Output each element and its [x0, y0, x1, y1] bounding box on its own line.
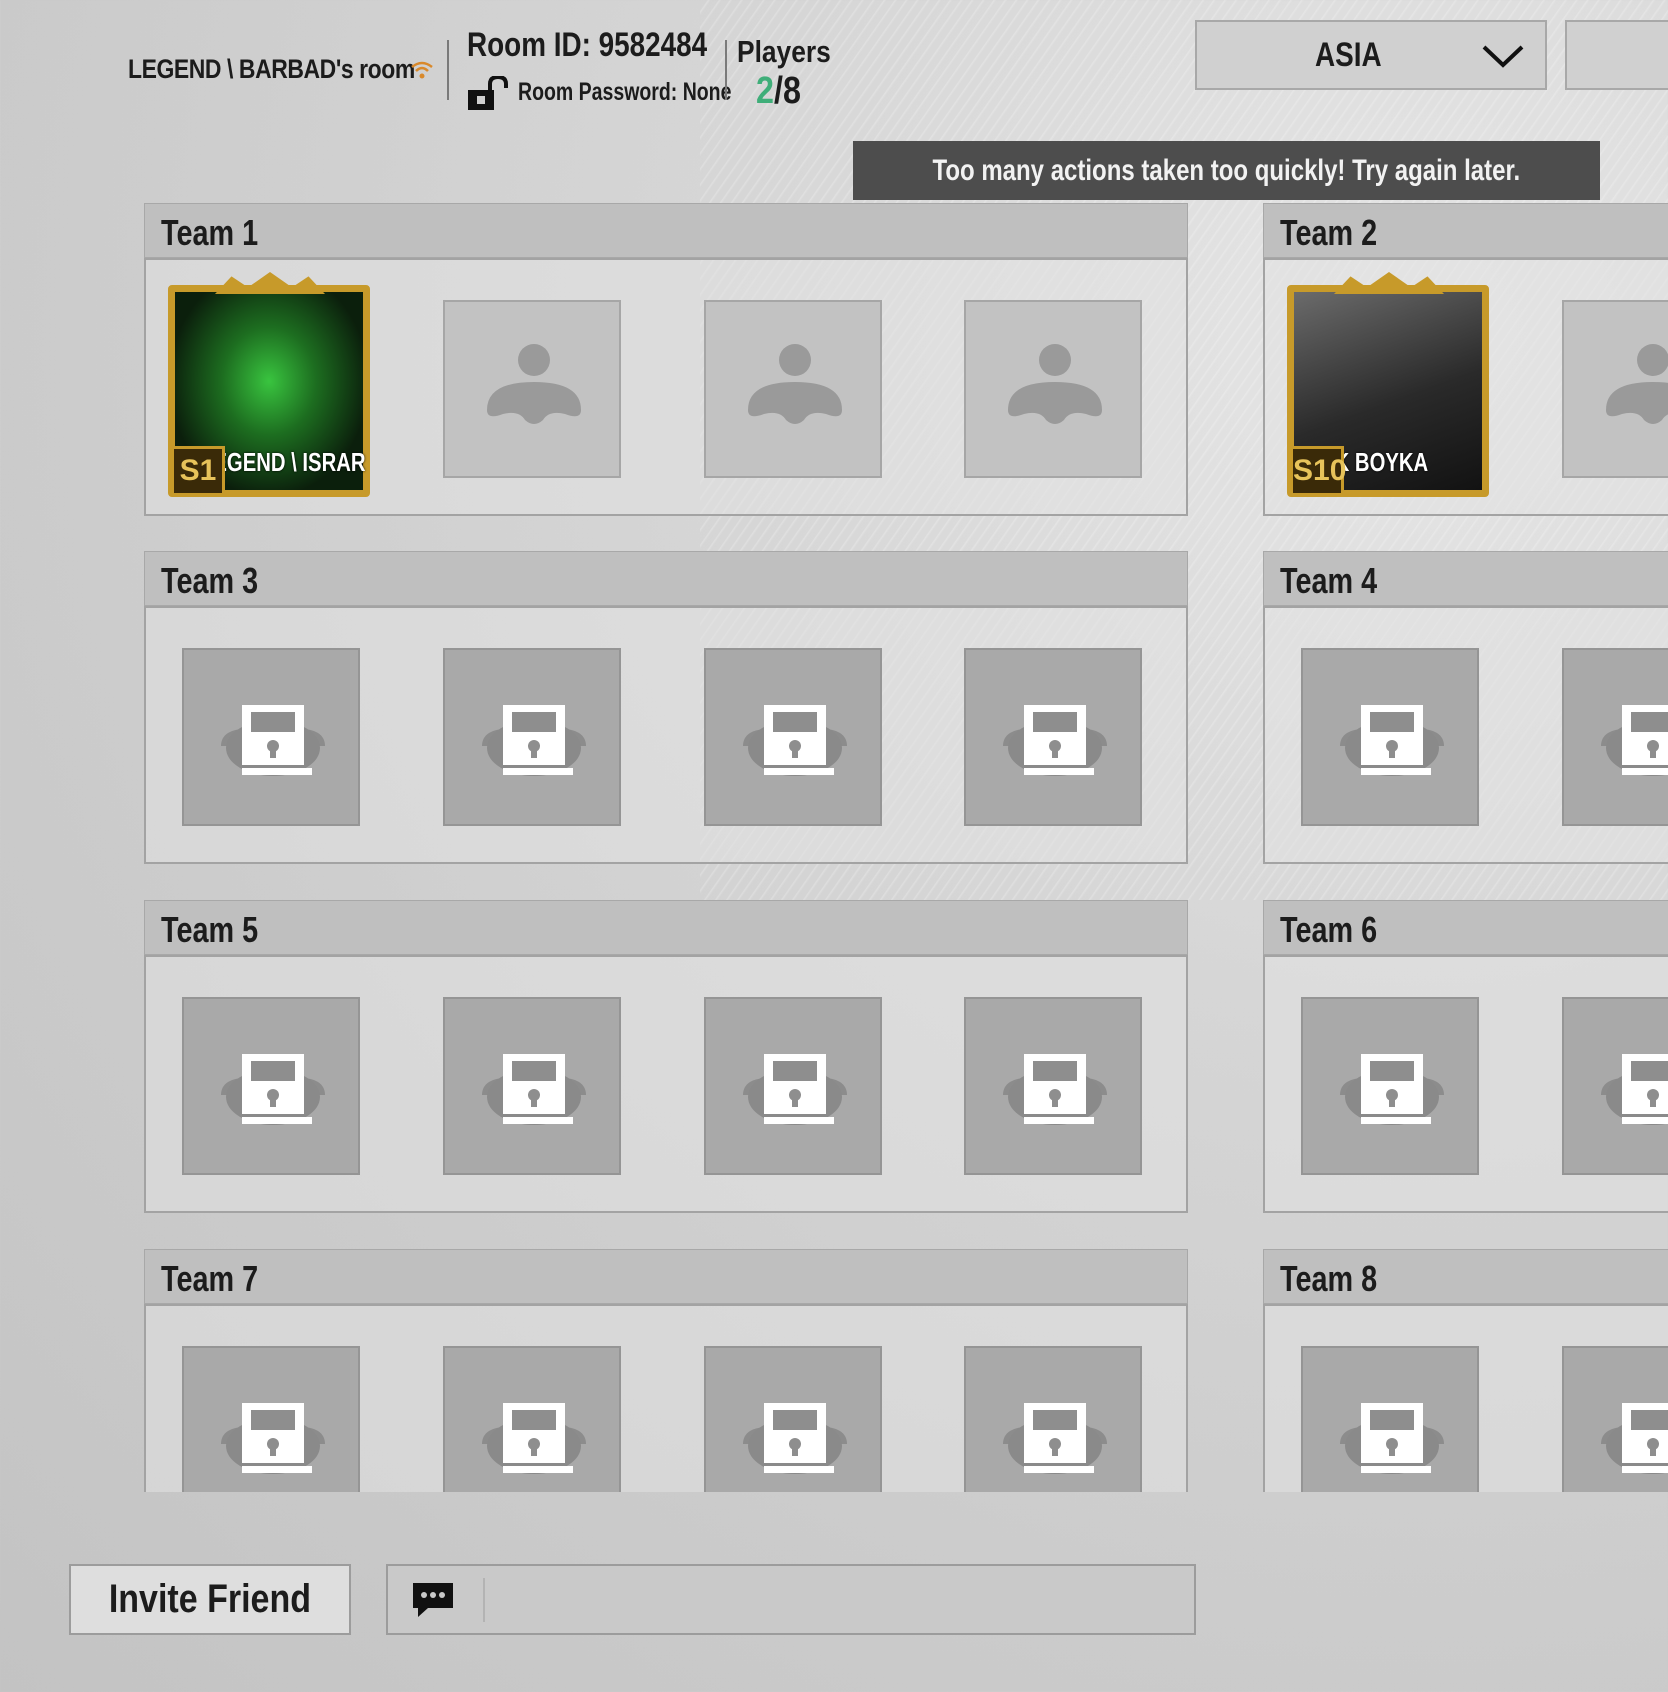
empty-slot[interactable] — [443, 300, 621, 478]
lock-icon — [482, 1054, 586, 1125]
empty-slot[interactable] — [1562, 300, 1668, 478]
invite-friend-button[interactable]: Invite Friend — [69, 1564, 351, 1635]
locked-slot[interactable] — [443, 1346, 621, 1492]
toast-message: Too many actions taken too quickly! Try … — [853, 141, 1600, 200]
team-8-slots — [1263, 1304, 1668, 1492]
locked-slot[interactable] — [182, 997, 360, 1175]
players-count: 2/8 — [756, 70, 801, 113]
lock-icon — [1601, 1054, 1668, 1125]
locked-slot[interactable] — [704, 997, 882, 1175]
room-owner-label: LEGEND \ BARBAD's room — [128, 54, 415, 84]
person-silhouette-icon — [1008, 344, 1102, 424]
locked-slot[interactable] — [704, 1346, 882, 1492]
mode-select[interactable] — [1565, 20, 1668, 90]
lock-icon — [1601, 705, 1668, 776]
locked-slot[interactable] — [182, 648, 360, 826]
lock-icon — [1340, 1403, 1444, 1474]
team-6-header: Team 6 — [1263, 900, 1668, 955]
team-3-slots — [144, 606, 1188, 864]
player-avatar[interactable]: LEGEND \ ISRAR S1 — [168, 272, 370, 497]
header-divider — [447, 40, 449, 100]
locked-slot[interactable] — [704, 648, 882, 826]
players-current: 2 — [756, 70, 774, 112]
locked-slot[interactable] — [1301, 648, 1479, 826]
team-7-header: Team 7 — [144, 1249, 1188, 1304]
team-7-slots — [144, 1304, 1188, 1492]
lock-icon — [743, 1054, 847, 1125]
locked-slot[interactable] — [182, 1346, 360, 1492]
team-label: Team 1 — [161, 212, 259, 253]
lock-icon — [221, 1403, 325, 1474]
locked-slot[interactable] — [964, 997, 1142, 1175]
team-label: Team 8 — [1280, 1258, 1378, 1299]
players-max: /8 — [773, 70, 801, 112]
locked-slot[interactable] — [964, 648, 1142, 826]
chat-divider — [483, 1578, 485, 1622]
lock-icon — [1003, 1403, 1107, 1474]
region-value: ASIA — [1315, 36, 1382, 74]
person-silhouette-icon — [748, 344, 842, 424]
person-silhouette-icon — [487, 344, 581, 424]
header-divider — [725, 40, 727, 100]
team-5-slots — [144, 955, 1188, 1213]
lock-icon — [1340, 705, 1444, 776]
season-badge: S1 — [171, 446, 225, 496]
lock-icon — [482, 705, 586, 776]
lock-icon — [1003, 705, 1107, 776]
lock-icon — [482, 1403, 586, 1474]
team-label: Team 7 — [161, 1258, 259, 1299]
lock-icon — [221, 1054, 325, 1125]
locked-slot[interactable] — [1562, 648, 1668, 826]
lock-icon — [743, 1403, 847, 1474]
person-silhouette-icon — [1606, 344, 1668, 424]
locked-slot[interactable] — [443, 648, 621, 826]
team-4-header: Team 4 — [1263, 551, 1668, 606]
player-avatar[interactable]: UK BOYKA S10 — [1287, 272, 1489, 497]
lock-icon — [1601, 1403, 1668, 1474]
season-badge: S10 — [1290, 446, 1346, 496]
lock-icon — [743, 705, 847, 776]
team-label: Team 6 — [1280, 909, 1378, 950]
team-6-slots — [1263, 955, 1668, 1213]
lock-icon — [1340, 1054, 1444, 1125]
empty-slot[interactable] — [704, 300, 882, 478]
players-label: Players — [737, 34, 831, 69]
room-password-label: Room Password: None — [518, 78, 732, 106]
region-select[interactable]: ASIA — [1195, 20, 1547, 90]
team-2-header: Team 2 — [1263, 203, 1668, 258]
team-4-slots — [1263, 606, 1668, 864]
team-label: Team 2 — [1280, 212, 1378, 253]
team-label: Team 4 — [1280, 560, 1378, 601]
locked-slot[interactable] — [443, 997, 621, 1175]
team-1-header: Team 1 — [144, 203, 1188, 258]
chat-input-bar[interactable] — [386, 1564, 1196, 1635]
chevron-down-icon — [1482, 45, 1524, 68]
empty-slot[interactable] — [964, 300, 1142, 478]
chat-icon[interactable] — [410, 1580, 456, 1620]
wifi-icon — [411, 61, 433, 79]
room-id-label: Room ID: 9582484 — [467, 26, 708, 64]
locked-slot[interactable] — [1301, 997, 1479, 1175]
invite-friend-label: Invite Friend — [108, 1577, 312, 1621]
team-5-header: Team 5 — [144, 900, 1188, 955]
lock-icon — [1003, 1054, 1107, 1125]
locked-slot[interactable] — [964, 1346, 1142, 1492]
locked-slot[interactable] — [1562, 1346, 1668, 1492]
lock-open-icon — [468, 76, 508, 110]
player-name: LEGEND \ ISRAR — [201, 447, 366, 477]
team-label: Team 3 — [161, 560, 259, 601]
lock-icon — [221, 705, 325, 776]
locked-slot[interactable] — [1301, 1346, 1479, 1492]
toast-text: Too many actions taken too quickly! Try … — [932, 153, 1521, 187]
team-3-header: Team 3 — [144, 551, 1188, 606]
team-8-header: Team 8 — [1263, 1249, 1668, 1304]
locked-slot[interactable] — [1562, 997, 1668, 1175]
team-label: Team 5 — [161, 909, 259, 950]
